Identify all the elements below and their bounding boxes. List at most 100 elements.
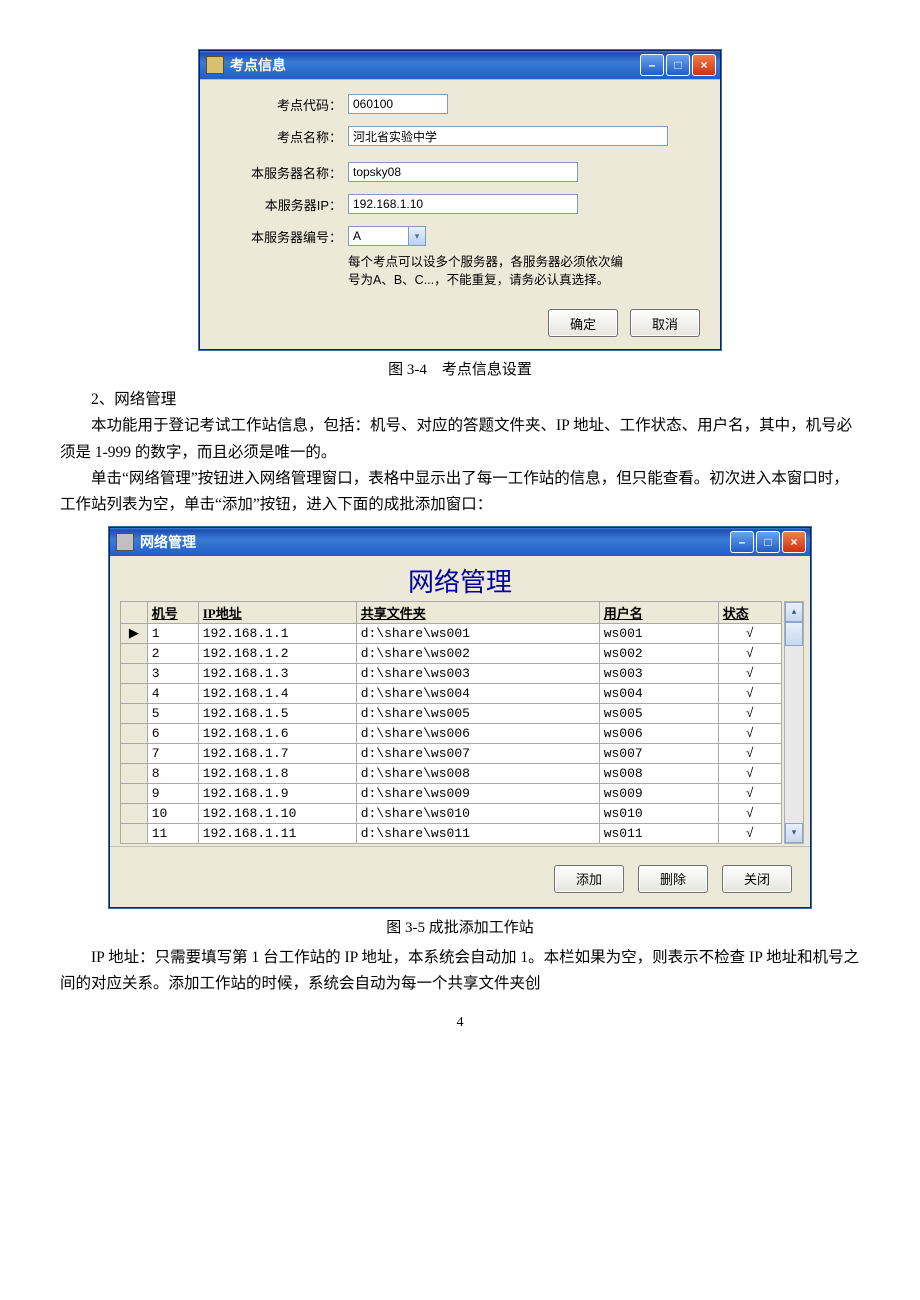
code-input[interactable]	[348, 94, 448, 114]
table-row[interactable]: 5192.168.1.5d:\share\ws005ws005√	[121, 703, 782, 723]
code-label: 考点代码：	[212, 95, 348, 114]
server-ip-input[interactable]	[348, 194, 578, 214]
cell-num: 5	[147, 703, 198, 723]
cell-share: d:\share\ws010	[356, 803, 599, 823]
chevron-down-icon[interactable]: ▾	[408, 227, 425, 245]
cell-status: √	[718, 763, 781, 783]
row-selector[interactable]	[121, 763, 148, 783]
server-no-value: A	[353, 229, 361, 243]
workstation-table: 机号 IP地址 共享文件夹 用户名 状态 ▶1192.168.1.1d:\sha…	[120, 601, 782, 844]
cell-num: 11	[147, 823, 198, 843]
cell-ip: 192.168.1.11	[198, 823, 356, 843]
maximize-button[interactable]: □	[666, 54, 690, 76]
cell-user: ws008	[599, 763, 718, 783]
add-button[interactable]: 添加	[554, 865, 624, 893]
para-section-heading: 2、网络管理	[60, 387, 860, 413]
server-no-select[interactable]: A ▾	[348, 226, 426, 246]
row-selector[interactable]: ▶	[121, 623, 148, 643]
cell-num: 3	[147, 663, 198, 683]
window-title: 考点信息	[230, 55, 640, 75]
cell-user: ws011	[599, 823, 718, 843]
cell-share: d:\share\ws009	[356, 783, 599, 803]
cell-num: 6	[147, 723, 198, 743]
cancel-button[interactable]: 取消	[630, 309, 700, 337]
scroll-thumb[interactable]	[785, 622, 803, 823]
cell-user: ws007	[599, 743, 718, 763]
scroll-down-icon[interactable]: ▾	[785, 823, 803, 843]
col-num[interactable]: 机号	[147, 601, 198, 623]
cell-status: √	[718, 823, 781, 843]
cell-num: 10	[147, 803, 198, 823]
cell-user: ws006	[599, 723, 718, 743]
close-button[interactable]: ×	[692, 54, 716, 76]
cell-ip: 192.168.1.3	[198, 663, 356, 683]
col-share[interactable]: 共享文件夹	[356, 601, 599, 623]
titlebar[interactable]: 网络管理 – □ ×	[110, 528, 810, 556]
cell-share: d:\share\ws001	[356, 623, 599, 643]
table-row[interactable]: 4192.168.1.4d:\share\ws004ws004√	[121, 683, 782, 703]
cell-num: 7	[147, 743, 198, 763]
cell-share: d:\share\ws007	[356, 743, 599, 763]
cell-ip: 192.168.1.8	[198, 763, 356, 783]
cell-user: ws001	[599, 623, 718, 643]
titlebar[interactable]: 考点信息 – □ ×	[200, 51, 720, 79]
para-body-text: IP 地址：只需要填写第 1 台工作站的 IP 地址，本系统会自动加 1。本栏如…	[60, 945, 860, 998]
table-row[interactable]: ▶1192.168.1.1d:\share\ws001ws001√	[121, 623, 782, 643]
cell-num: 2	[147, 643, 198, 663]
minimize-button[interactable]: –	[730, 531, 754, 553]
cell-num: 8	[147, 763, 198, 783]
table-row[interactable]: 3192.168.1.3d:\share\ws003ws003√	[121, 663, 782, 683]
table-row[interactable]: 10192.168.1.10d:\share\ws010ws010√	[121, 803, 782, 823]
ok-button[interactable]: 确定	[548, 309, 618, 337]
row-selector[interactable]	[121, 663, 148, 683]
close-button[interactable]: ×	[782, 531, 806, 553]
cell-user: ws002	[599, 643, 718, 663]
page-number: 4	[60, 1015, 860, 1031]
row-selector[interactable]	[121, 803, 148, 823]
col-user[interactable]: 用户名	[599, 601, 718, 623]
row-selector[interactable]	[121, 783, 148, 803]
cell-num: 9	[147, 783, 198, 803]
row-selector[interactable]	[121, 683, 148, 703]
table-row[interactable]: 11192.168.1.11d:\share\ws011ws011√	[121, 823, 782, 843]
table-row[interactable]: 2192.168.1.2d:\share\ws002ws002√	[121, 643, 782, 663]
server-no-hint: 每个考点可以设多个服务器，各服务器必须依次编 号为A、B、C...，不能重复，请…	[348, 254, 708, 289]
cell-ip: 192.168.1.2	[198, 643, 356, 663]
vertical-scrollbar[interactable]: ▴ ▾	[784, 601, 804, 844]
cell-user: ws010	[599, 803, 718, 823]
col-status[interactable]: 状态	[718, 601, 781, 623]
table-row[interactable]: 8192.168.1.8d:\share\ws008ws008√	[121, 763, 782, 783]
panel-title: 网络管理	[110, 556, 810, 601]
cell-share: d:\share\ws005	[356, 703, 599, 723]
minimize-button[interactable]: –	[640, 54, 664, 76]
cell-share: d:\share\ws004	[356, 683, 599, 703]
server-no-label: 本服务器编号：	[212, 227, 348, 246]
row-selector[interactable]	[121, 723, 148, 743]
cell-num: 4	[147, 683, 198, 703]
cell-status: √	[718, 703, 781, 723]
cell-share: d:\share\ws006	[356, 723, 599, 743]
cell-ip: 192.168.1.4	[198, 683, 356, 703]
table-row[interactable]: 6192.168.1.6d:\share\ws006ws006√	[121, 723, 782, 743]
scroll-up-icon[interactable]: ▴	[785, 602, 803, 622]
name-input[interactable]	[348, 126, 668, 146]
exam-site-info-dialog: 考点信息 – □ × 考点代码： 考点名称： 本服务器名称：	[199, 50, 721, 350]
row-selector[interactable]	[121, 823, 148, 843]
table-header-row: 机号 IP地址 共享文件夹 用户名 状态	[121, 601, 782, 623]
app-icon	[116, 533, 134, 551]
close-button-2[interactable]: 关闭	[722, 865, 792, 893]
table-row[interactable]: 9192.168.1.9d:\share\ws009ws009√	[121, 783, 782, 803]
delete-button[interactable]: 删除	[638, 865, 708, 893]
table-row[interactable]: 7192.168.1.7d:\share\ws007ws007√	[121, 743, 782, 763]
cell-status: √	[718, 643, 781, 663]
row-selector[interactable]	[121, 703, 148, 723]
row-selector[interactable]	[121, 743, 148, 763]
cell-ip: 192.168.1.9	[198, 783, 356, 803]
col-ip[interactable]: IP地址	[198, 601, 356, 623]
cell-num: 1	[147, 623, 198, 643]
para-body-text: 本功能用于登记考试工作站信息，包括：机号、对应的答题文件夹、IP 地址、工作状态…	[60, 413, 860, 466]
maximize-button[interactable]: □	[756, 531, 780, 553]
figure-caption-3-4: 图 3-4 考点信息设置	[60, 358, 860, 379]
server-name-input[interactable]	[348, 162, 578, 182]
row-selector[interactable]	[121, 643, 148, 663]
